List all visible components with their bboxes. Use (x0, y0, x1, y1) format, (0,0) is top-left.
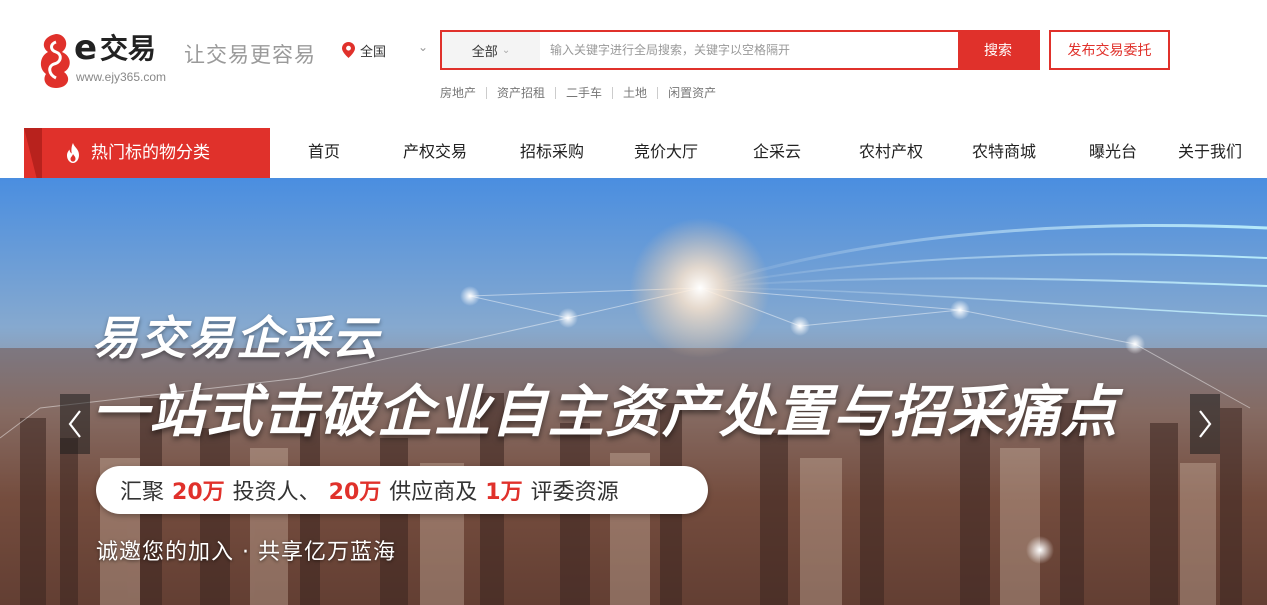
region-label: 全国 (360, 44, 387, 60)
pill-text: 评委资源 (530, 480, 619, 505)
banner-title: 易交易企采云 (92, 311, 380, 365)
hot-tag-land[interactable]: 土地 (623, 84, 647, 101)
site-header: e 交易 www.ejy365.com 让交易更容易 全国 ⌄ 全部 ⌄ 搜索 … (0, 0, 1267, 128)
pill-investors-count: 20万 (172, 480, 225, 505)
logo-url: www.ejy365.com (76, 70, 167, 84)
chevron-down-icon: ⌄ (501, 44, 511, 56)
banner-stats-pill: 汇聚 20万 投资人、 20万 供应商及 1万 评委资源 (96, 466, 708, 514)
hot-category-label: 热门标的物分类 (91, 143, 210, 163)
search-button[interactable]: 搜索 (958, 32, 1038, 68)
nav-item-property-trading[interactable]: 产权交易 (368, 128, 502, 178)
nav-items: 首页 产权交易 招标采购 竞价大厅 企采云 农村产权 农特商城 曝光台 关于我们 (280, 128, 1244, 178)
divider (555, 86, 557, 99)
logo-e: e (74, 28, 97, 68)
pill-text: 汇聚 (120, 480, 165, 505)
banner-footer-text: 诚邀您的加入 · 共享亿万蓝海 (96, 540, 396, 565)
search-bar: 全部 ⌄ 搜索 (440, 30, 1040, 70)
fire-icon (67, 143, 79, 163)
chevron-right-icon (1199, 410, 1212, 438)
chevron-left-icon (68, 410, 81, 438)
site-slogan: 让交易更容易 (184, 43, 316, 67)
pill-text: 供应商及 (389, 480, 478, 505)
site-logo[interactable]: e 交易 www.ejy365.com (38, 28, 178, 90)
nav-item-home[interactable]: 首页 (280, 128, 368, 178)
nav-item-enterprise-cloud[interactable]: 企采云 (730, 128, 824, 178)
hot-tag-real-estate[interactable]: 房地产 (440, 84, 476, 101)
pill-text: 投资人、 (232, 480, 321, 505)
nav-item-tender-procurement[interactable]: 招标采购 (502, 128, 602, 178)
divider (612, 86, 614, 99)
hot-search-tags: 房地产 资产招租 二手车 土地 闲置资产 (440, 84, 716, 101)
search-category-select[interactable]: 全部 ⌄ (442, 32, 540, 68)
nav-item-specialty-mall[interactable]: 农特商城 (958, 128, 1050, 178)
banner-subtitle: 一站式击破企业自主资产处置与招采痛点 (92, 380, 1118, 445)
nav-item-exposure[interactable]: 曝光台 (1050, 128, 1176, 178)
divider (657, 86, 659, 99)
hero-banner[interactable]: 易交易企采云 一站式击破企业自主资产处置与招采痛点 汇聚 20万 投资人、 20… (0, 178, 1267, 605)
logo-name: 交易 (100, 32, 157, 65)
search-input[interactable] (540, 32, 958, 68)
nav-item-about-us[interactable]: 关于我们 (1176, 128, 1244, 178)
location-pin-icon (342, 42, 355, 58)
chevron-down-icon[interactable]: ⌄ (418, 40, 428, 54)
region-selector[interactable]: 全国 (342, 40, 386, 60)
pill-suppliers-count: 20万 (328, 480, 382, 505)
hot-tag-used-car[interactable]: 二手车 (566, 84, 602, 101)
nav-item-bidding-hall[interactable]: 竞价大厅 (602, 128, 730, 178)
ribbon-fold (24, 128, 42, 178)
search-category-label: 全部 (471, 44, 498, 60)
logo-mark-icon (40, 34, 70, 88)
carousel-next-button[interactable] (1190, 394, 1220, 454)
hot-tag-idle-assets[interactable]: 闲置资产 (668, 84, 716, 101)
pill-judges-count: 1万 (485, 480, 523, 505)
nav-item-rural-property[interactable]: 农村产权 (824, 128, 958, 178)
divider (486, 86, 488, 99)
hot-category-button[interactable]: 热门标的物分类 (24, 128, 270, 178)
main-nav: 热门标的物分类 首页 产权交易 招标采购 竞价大厅 企采云 农村产权 农特商城 … (0, 128, 1267, 178)
hot-tag-asset-lease[interactable]: 资产招租 (497, 84, 545, 101)
carousel-prev-button[interactable] (60, 394, 90, 454)
publish-commission-button[interactable]: 发布交易委托 (1049, 30, 1170, 70)
